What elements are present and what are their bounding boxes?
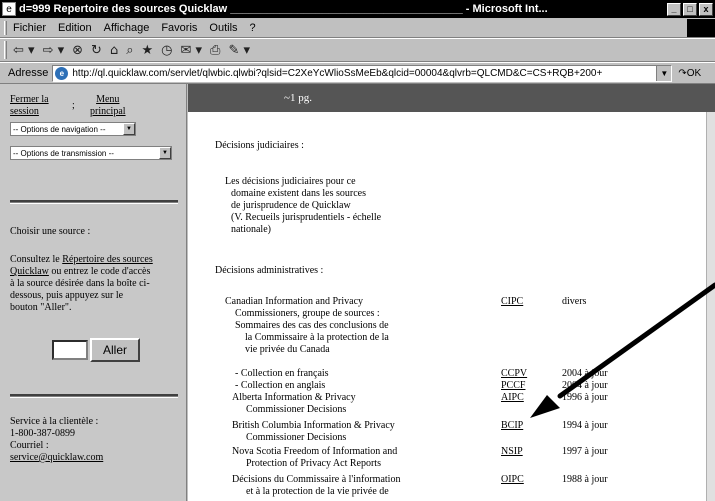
divider [10, 200, 178, 204]
home-icon[interactable]: ⌂ [110, 43, 118, 58]
service-label: Service à la clientèle : [10, 416, 99, 427]
menu-fichier[interactable]: Fichier [13, 22, 46, 34]
menu-edition[interactable]: Edition [58, 22, 92, 34]
address-url: http://ql.quicklaw.com/servlet/qlwbic.ql… [72, 67, 603, 79]
source-code-link[interactable]: NSIP [501, 446, 523, 458]
source-dates: 1996 à jour [562, 392, 608, 403]
back-icon[interactable]: ⇦ ▾ [13, 43, 35, 58]
search-icon[interactable]: ⌕ [126, 43, 133, 58]
aller-button[interactable]: Aller [90, 338, 140, 362]
restore-button[interactable]: □ [683, 2, 697, 16]
judiciaires-text: Les décisions judiciaires pour ce domain… [225, 176, 382, 235]
history-icon[interactable]: ◷ [161, 43, 172, 58]
menu-grip [4, 20, 7, 35]
menu-bar: Fichier Edition Affichage Favoris Outils… [0, 18, 715, 38]
source-dates: 1994 à jour [562, 420, 608, 431]
chevron-down-icon: ▼ [123, 123, 135, 135]
menu-help[interactable]: ? [250, 22, 256, 34]
source-description: - Collection en français [235, 368, 329, 379]
window-title-bar: e d=999 Repertoire des sources Quicklaw … [0, 0, 715, 18]
source-description: Alberta Information & Privacy Commission… [232, 392, 356, 415]
mail-icon[interactable]: ✉ ▾ [180, 43, 202, 58]
source-code-link[interactable]: AIPC [501, 392, 524, 404]
address-label: Adresse [8, 67, 49, 79]
address-dropdown-icon[interactable]: ▼ [656, 65, 672, 81]
source-dates: 1997 à jour [562, 446, 608, 457]
repertoire-link[interactable]: Répertoire des sources [62, 254, 153, 265]
source-description: Canadian Information and Privacy Commiss… [225, 296, 389, 355]
judiciaires-heading: Décisions judiciaires : [215, 140, 304, 151]
menu-principal-link[interactable]: Menu principal [90, 94, 126, 118]
edit-icon[interactable]: ✎ ▾ [228, 43, 250, 58]
content-frame: ~1 pg. Décisions judiciaires : Les décis… [188, 84, 715, 501]
window-title: d=999 Repertoire des sources Quicklaw __… [19, 3, 548, 15]
favorites-icon[interactable]: ★ [141, 43, 153, 58]
source-description: Décisions du Commissaire à l'information… [232, 474, 401, 497]
refresh-icon[interactable]: ↻ [91, 43, 102, 58]
chevron-down-icon: ▼ [159, 147, 171, 159]
left-navigation-frame: Fermer la session ; Menu principal -- Op… [0, 84, 187, 501]
minimize-button[interactable]: _ [667, 2, 681, 16]
source-code-input[interactable] [52, 340, 88, 360]
transmission-options-select[interactable]: -- Options de transmission -- ▼ [10, 146, 172, 160]
navigation-options-select[interactable]: -- Options de navigation -- ▼ [10, 122, 136, 136]
close-button[interactable]: x [699, 2, 713, 16]
page-icon: e [55, 66, 69, 80]
customer-service: Service à la clientèle : 1-800-387-0899 … [10, 416, 182, 464]
source-description: Nova Scotia Freedom of Information and P… [232, 446, 398, 469]
source-description: - Collection en anglais [235, 380, 326, 391]
menu-affichage[interactable]: Affichage [104, 22, 150, 34]
link-separator: ; [72, 100, 75, 111]
page-indicator: ~1 pg. [284, 92, 312, 104]
choisir-label: Choisir une source : [10, 226, 91, 237]
source-code-link[interactable]: CCPV [501, 368, 527, 380]
instructions-text: Consultez le Répertoire des sources Quic… [10, 254, 153, 313]
print-icon[interactable]: ⎙ [210, 43, 220, 58]
forward-icon[interactable]: ⇨ ▾ [43, 43, 65, 58]
email-link[interactable]: service@quicklaw.com [10, 452, 103, 463]
admin-heading: Décisions administratives : [215, 265, 324, 276]
content-header: ~1 pg. [188, 84, 715, 112]
source-dates: 2004 à jour [562, 368, 608, 379]
source-description: British Columbia Information & Privacy C… [232, 420, 395, 443]
vertical-scrollbar[interactable] [706, 112, 715, 501]
source-dates: divers [562, 296, 587, 307]
stop-icon[interactable]: ⊗ [72, 43, 83, 58]
source-dates: 2004 à jour [562, 380, 608, 391]
menu-outils[interactable]: Outils [209, 22, 237, 34]
fermer-session-link[interactable]: Fermer la session [10, 94, 49, 118]
phone-number: 1-800-387-0899 [10, 428, 75, 439]
toolbar-grip [4, 41, 7, 59]
divider [10, 394, 178, 398]
source-dates: 1988 à jour [562, 474, 608, 485]
address-field[interactable]: e http://ql.quicklaw.com/servlet/qlwbic.… [52, 64, 673, 82]
repertoire-link-cont[interactable]: Quicklaw [10, 266, 49, 277]
toolbar: ⇦ ▾ ⇨ ▾ ⊗ ↻ ⌂ ⌕ ★ ◷ ✉ ▾ ⎙ ✎ ▾ [0, 38, 715, 62]
source-code-link[interactable]: BCIP [501, 420, 523, 432]
ie-app-icon: e [2, 2, 16, 16]
address-bar: Adresse e http://ql.quicklaw.com/servlet… [0, 62, 715, 84]
source-code-link[interactable]: CIPC [501, 296, 523, 308]
source-code-link[interactable]: OIPC [501, 474, 524, 486]
windows-logo-icon [687, 19, 715, 37]
menu-favoris[interactable]: Favoris [161, 22, 197, 34]
courriel-label: Courriel : [10, 440, 49, 451]
go-button[interactable]: ↷OK [678, 68, 701, 79]
source-code-link[interactable]: PCCF [501, 380, 525, 392]
